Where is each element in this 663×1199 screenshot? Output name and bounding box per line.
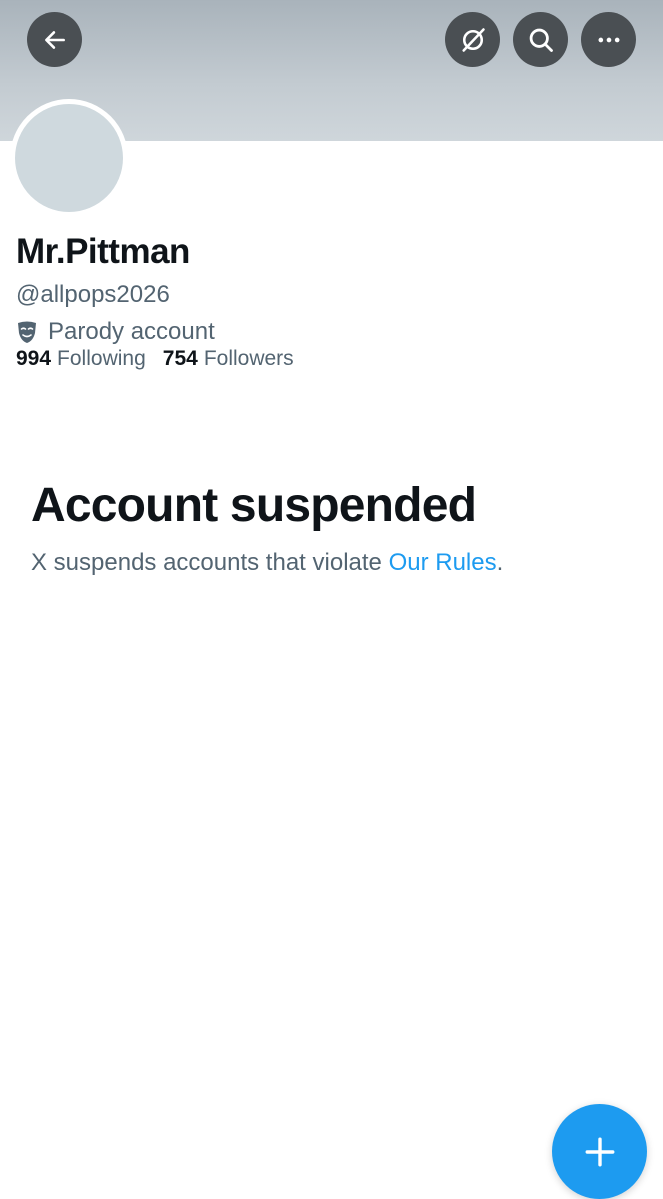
avatar[interactable] <box>10 99 128 217</box>
profile-stats: 994 Following 754 Followers <box>16 347 311 371</box>
theater-mask-icon <box>16 320 38 344</box>
search-button[interactable] <box>513 12 568 67</box>
profile-name: Mr.Pittman <box>16 232 190 271</box>
suspended-message-text: X suspends accounts that violate <box>31 549 389 576</box>
back-button[interactable] <box>27 12 82 67</box>
followers-link[interactable]: 754 Followers <box>163 347 294 371</box>
arrow-left-icon <box>44 30 65 49</box>
search-icon <box>529 28 553 52</box>
following-count: 994 <box>16 347 52 370</box>
suspended-title: Account suspended <box>31 479 477 532</box>
profile-handle: @allpops2026 <box>16 281 170 308</box>
parody-label: Parody account <box>16 318 215 346</box>
avatar-placeholder <box>15 104 123 212</box>
suspended-message-end: . <box>496 549 504 576</box>
grok-button[interactable] <box>445 12 500 67</box>
plus-icon <box>585 1137 614 1166</box>
following-label: Following <box>57 347 146 370</box>
following-link[interactable]: 994 Following <box>16 347 146 371</box>
more-horizontal-icon <box>598 37 619 42</box>
suspended-message: X suspends accounts that violate Our Rul… <box>31 549 503 577</box>
more-button[interactable] <box>581 12 636 67</box>
profile-page: Mr.Pittman @allpops2026 Parody account 9… <box>0 0 663 1199</box>
compose-button[interactable] <box>552 1104 647 1199</box>
grok-icon <box>461 27 485 52</box>
our-rules-link[interactable]: Our Rules <box>389 549 497 576</box>
followers-label: Followers <box>203 347 294 370</box>
parody-text: Parody account <box>48 318 215 345</box>
followers-count: 754 <box>162 347 198 370</box>
